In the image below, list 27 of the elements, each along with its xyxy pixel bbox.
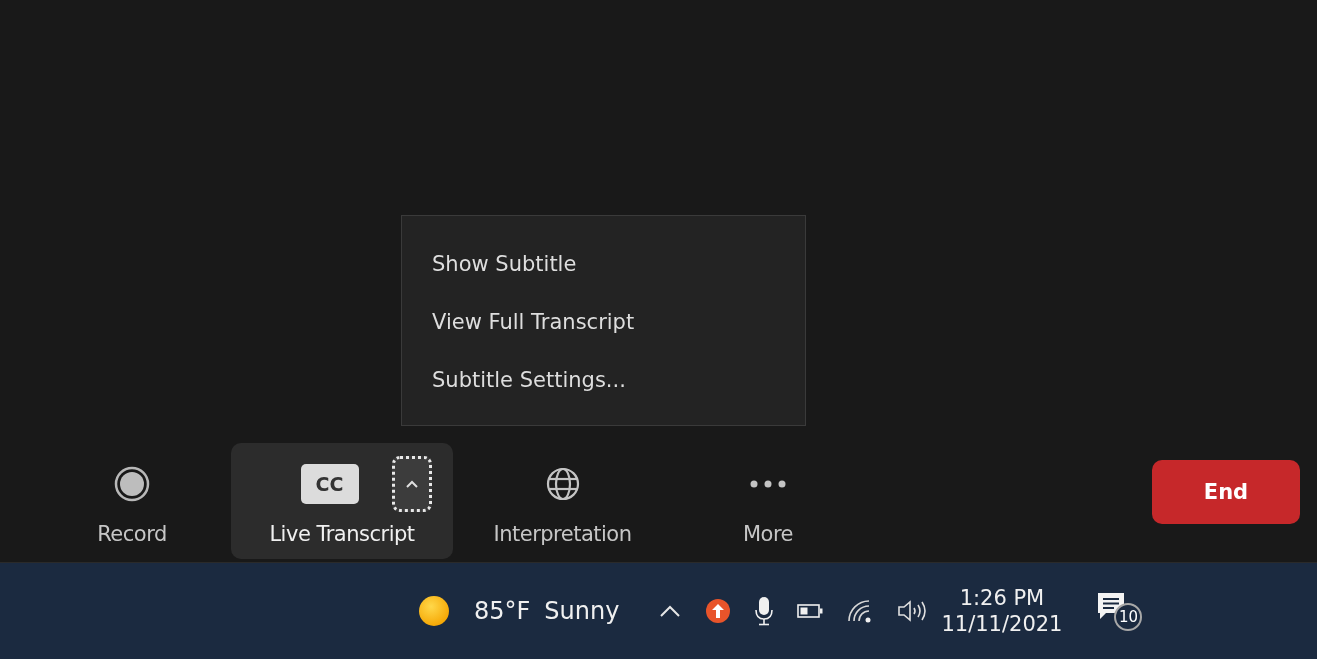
menu-item[interactable]: Subtitle Settings... [432,362,626,398]
closed-caption-icon: CC [300,464,359,504]
button-label: Live Transcript [269,522,415,546]
caret-icon [404,479,419,489]
upload-badge-icon [705,598,732,624]
record-button[interactable]: Record [68,443,196,559]
clock-date[interactable]: 11/11/2021 [941,612,1063,636]
more-button[interactable]: More [718,443,818,559]
menu-item[interactable]: View Full Transcript [432,304,635,340]
clock-time[interactable]: 1:26 PM [959,586,1045,610]
speaker-icon [897,599,928,623]
weather-text[interactable]: Sunny [544,597,620,625]
battery-icon [797,604,824,618]
menu-item[interactable]: Show Subtitle [432,246,577,282]
notification-center-button[interactable]: 10 [1096,589,1145,633]
sun-icon [418,595,450,627]
caret-button[interactable] [391,456,432,512]
more-icon [748,479,788,489]
temperature-text[interactable]: 85°F [474,597,531,625]
end-button[interactable]: End [1152,460,1300,524]
chevron-up-icon [659,604,682,618]
microphone-icon [755,596,774,626]
globe-button[interactable]: Interpretation [470,443,655,559]
notification-count-badge: 10 [1114,603,1143,631]
toolbar-button-group[interactable]: CC Live Transcript [231,443,453,559]
record-icon [114,466,150,502]
globe-icon [544,466,581,502]
